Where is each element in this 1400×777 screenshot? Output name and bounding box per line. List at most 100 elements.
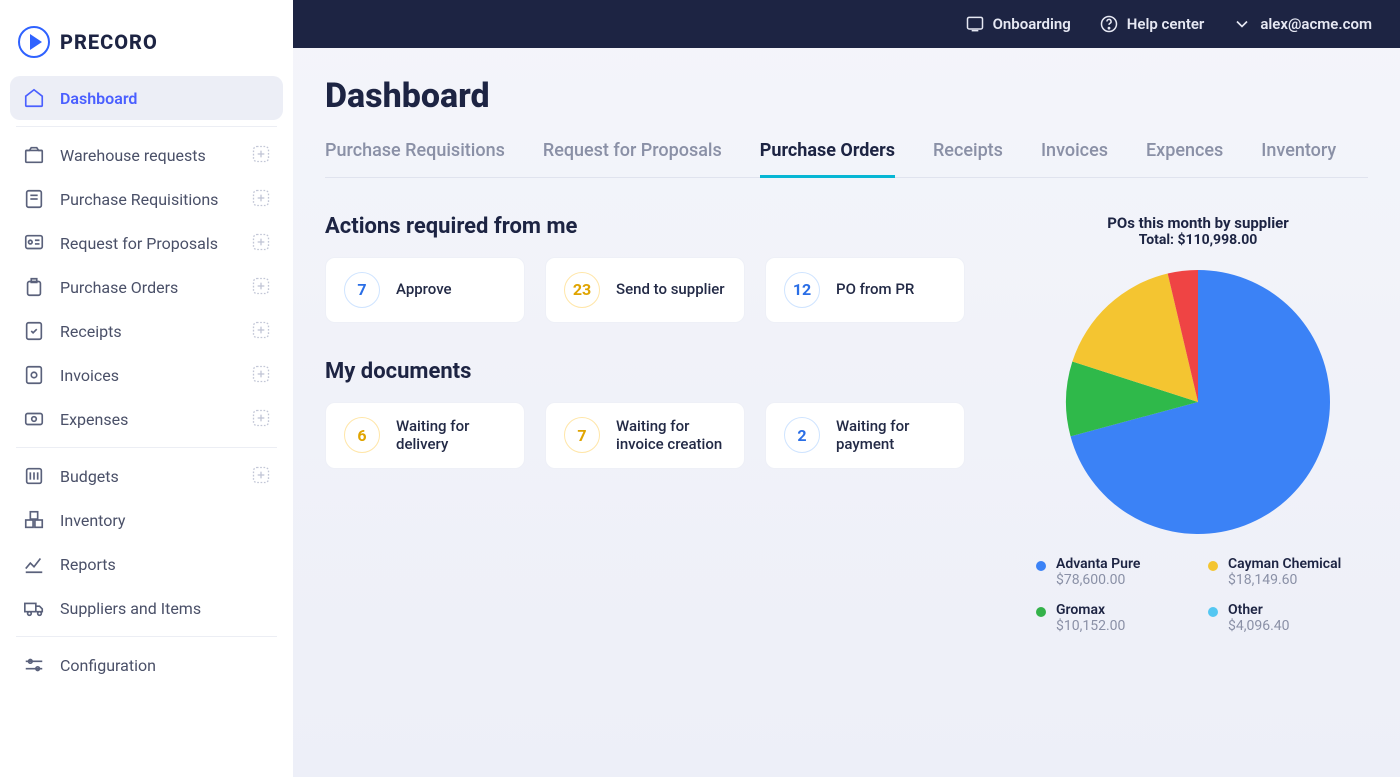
sidebar-item-label: Request for Proposals <box>60 234 237 253</box>
legend-dot <box>1036 561 1046 571</box>
sidebar-item-label: Reports <box>60 555 273 574</box>
sidebar-item-label: Purchase Requisitions <box>60 190 237 209</box>
card-waiting-for-delivery[interactable]: 6 Waiting for delivery <box>325 402 525 470</box>
requisition-icon <box>22 187 46 211</box>
help-icon <box>1099 14 1119 34</box>
add-icon[interactable] <box>251 276 273 298</box>
legend-item-other: Other$4,096.40 <box>1208 602 1360 634</box>
logo-icon <box>18 26 50 58</box>
section-title-actions: Actions required from me <box>325 214 988 239</box>
truck-icon <box>22 596 46 620</box>
legend-item-gromax: Gromax$10,152.00 <box>1036 602 1188 634</box>
card-send-to-supplier[interactable]: 23Send to supplier <box>545 257 745 323</box>
chart-legend: Advanta Pure$78,600.00 Cayman Chemical$18… <box>1028 556 1368 634</box>
legend-name: Cayman Chemical <box>1228 556 1341 572</box>
sidebar-item-reports[interactable]: Reports <box>10 542 283 586</box>
chart-subtitle: Total: $110,998.00 <box>1028 232 1368 248</box>
add-icon[interactable] <box>251 320 273 342</box>
sidebar-item-suppliers-and-items[interactable]: Suppliers and Items <box>10 586 283 630</box>
legend-item-cayman-chemical: Cayman Chemical$18,149.60 <box>1208 556 1360 588</box>
receipt-icon <box>22 319 46 343</box>
legend-dot <box>1208 561 1218 571</box>
card-count: 7 <box>344 272 380 308</box>
topbar-onboarding[interactable]: Onboarding <box>965 14 1071 34</box>
warehouse-icon <box>22 143 46 167</box>
tab-request-for-proposals[interactable]: Request for Proposals <box>543 140 722 177</box>
legend-value: $4,096.40 <box>1228 618 1290 634</box>
tab-purchase-orders[interactable]: Purchase Orders <box>760 140 895 178</box>
sidebar-divider <box>16 636 277 637</box>
sidebar-item-label: Receipts <box>60 322 237 341</box>
card-waiting-for-invoice-creation[interactable]: 7 Waiting for invoice creation <box>545 402 745 470</box>
sidebar-item-label: Inventory <box>60 511 273 530</box>
sidebar-item-budgets[interactable]: Budgets <box>10 454 283 498</box>
card-waiting-for-payment[interactable]: 2Waiting for payment <box>765 402 965 470</box>
sidebar-item-expenses[interactable]: Expenses <box>10 397 283 441</box>
rfp-icon <box>22 231 46 255</box>
tab-purchase-requisitions[interactable]: Purchase Requisitions <box>325 140 505 177</box>
sidebar-item-label: Budgets <box>60 467 237 486</box>
onboarding-icon <box>965 14 985 34</box>
add-icon[interactable] <box>251 408 273 430</box>
tab-expences[interactable]: Expences <box>1146 140 1223 177</box>
sidebar-divider <box>16 126 277 127</box>
chevron-down-icon <box>1232 14 1252 34</box>
logo[interactable]: PRECORO <box>10 18 283 76</box>
topbar-help-label: Help center <box>1127 15 1205 33</box>
add-icon[interactable] <box>251 188 273 210</box>
chart-panel: POs this month by supplier Total: $110,9… <box>1028 214 1368 634</box>
add-icon[interactable] <box>251 232 273 254</box>
topbar-user-email: alex@acme.com <box>1260 15 1372 33</box>
legend-value: $78,600.00 <box>1056 572 1140 588</box>
sidebar-item-label: Dashboard <box>60 89 273 108</box>
sidebar-item-warehouse-requests[interactable]: Warehouse requests <box>10 133 283 177</box>
sidebar-item-invoices[interactable]: Invoices <box>10 353 283 397</box>
add-icon[interactable] <box>251 465 273 487</box>
main: Onboarding Help center alex@acme.com Das… <box>293 0 1400 777</box>
chart-title: POs this month by supplier <box>1028 214 1368 232</box>
card-label: PO from PR <box>836 280 914 299</box>
sidebar-item-dashboard[interactable]: Dashboard <box>10 76 283 120</box>
sliders-icon <box>22 653 46 677</box>
tab-inventory[interactable]: Inventory <box>1261 140 1336 177</box>
sidebar-item-inventory[interactable]: Inventory <box>10 498 283 542</box>
tab-receipts[interactable]: Receipts <box>933 140 1003 177</box>
content: Dashboard Purchase Requisitions Request f… <box>293 48 1400 777</box>
card-po-from-pr[interactable]: 12 PO from PR <box>765 257 965 323</box>
card-count: 7 <box>564 417 600 453</box>
logo-text: PRECORO <box>60 30 158 54</box>
topbar-help[interactable]: Help center <box>1099 14 1205 34</box>
add-icon[interactable] <box>251 144 273 166</box>
legend-item-advanta-pure: Advanta Pure$78,600.00 <box>1036 556 1188 588</box>
legend-name: Gromax <box>1056 602 1125 618</box>
add-icon[interactable] <box>251 364 273 386</box>
sidebar-item-purchase-requisitions[interactable]: Purchase Requisitions <box>10 177 283 221</box>
sidebar-item-request-for-proposals[interactable]: Request for Proposals <box>10 221 283 265</box>
invoice-icon <box>22 363 46 387</box>
home-icon <box>22 86 46 110</box>
card-approve[interactable]: 7 Approve <box>325 257 525 323</box>
page-title: Dashboard <box>325 76 1368 116</box>
card-label: Waiting for invoice creation <box>616 417 726 455</box>
sidebar-item-purchase-orders[interactable]: Purchase Orders <box>10 265 283 309</box>
legend-dot <box>1036 607 1046 617</box>
tabs: Purchase Requisitions Request for Proposa… <box>325 140 1368 178</box>
sidebar-divider <box>16 447 277 448</box>
card-label: Approve <box>396 280 452 299</box>
legend-value: $10,152.00 <box>1056 618 1125 634</box>
sidebar-item-label: Warehouse requests <box>60 146 237 165</box>
sidebar-item-label: Configuration <box>60 656 273 675</box>
legend-name: Advanta Pure <box>1056 556 1140 572</box>
card-label: Waiting for delivery <box>396 417 506 455</box>
card-count: 2 <box>784 417 820 453</box>
sidebar-item-configuration[interactable]: Configuration <box>10 643 283 687</box>
card-count: 12 <box>784 272 820 308</box>
topbar-user-menu[interactable]: alex@acme.com <box>1232 14 1372 34</box>
legend-name: Other <box>1228 602 1290 618</box>
inventory-icon <box>22 508 46 532</box>
reports-icon <box>22 552 46 576</box>
card-count: 6 <box>344 417 380 453</box>
budget-icon <box>22 464 46 488</box>
tab-invoices[interactable]: Invoices <box>1041 140 1108 177</box>
sidebar-item-receipts[interactable]: Receipts <box>10 309 283 353</box>
